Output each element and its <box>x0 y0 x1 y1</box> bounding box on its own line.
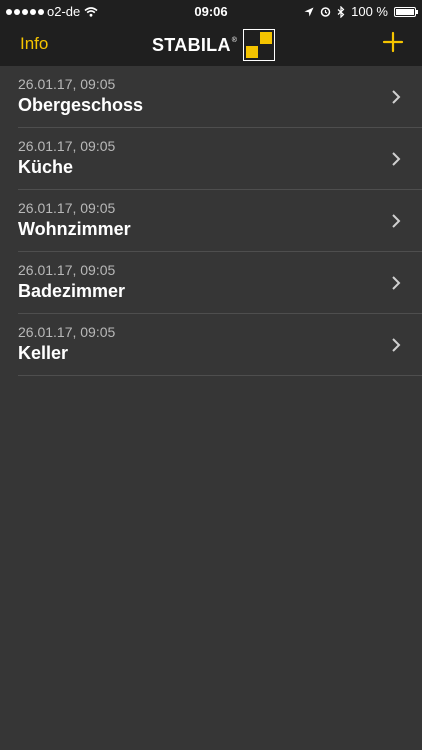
item-date: 26.01.17, 09:05 <box>18 262 116 278</box>
battery-percent: 100 % <box>351 4 388 19</box>
stabila-logo: STABILA ® <box>152 29 275 61</box>
item-date: 26.01.17, 09:05 <box>18 138 116 154</box>
bluetooth-icon <box>337 5 345 18</box>
info-button[interactable]: Info <box>20 34 48 54</box>
list-item[interactable]: 26.01.17, 09:05 Obergeschoss <box>18 66 422 128</box>
item-date: 26.01.17, 09:05 <box>18 324 116 340</box>
alarm-icon <box>320 7 331 17</box>
list-item[interactable]: 26.01.17, 09:05 Wohnzimmer <box>18 190 422 252</box>
list-item[interactable]: 26.01.17, 09:05 Küche <box>18 128 422 190</box>
item-title: Obergeschoss <box>18 95 144 115</box>
item-title: Keller <box>18 343 69 363</box>
status-right: 100 % <box>304 4 418 19</box>
chevron-right-icon <box>392 152 401 166</box>
item-title: Wohnzimmer <box>18 219 131 239</box>
list-item[interactable]: 26.01.17, 09:05 Keller <box>18 314 422 376</box>
item-date: 26.01.17, 09:05 <box>18 76 116 92</box>
item-title: Badezimmer <box>18 281 126 301</box>
measurement-list: 26.01.17, 09:05 Obergeschoss 26.01.17, 0… <box>0 66 422 376</box>
chevron-right-icon <box>392 276 401 290</box>
plus-icon[interactable] <box>382 31 404 53</box>
item-title: Küche <box>18 157 74 177</box>
location-icon <box>304 7 314 16</box>
status-bar: o2-de 09:06 100 % <box>0 0 422 24</box>
navigation-bar: Info STABILA ® <box>0 24 422 66</box>
logo-registered-mark: ® <box>231 36 237 44</box>
item-date: 26.01.17, 09:05 <box>18 200 116 216</box>
chevron-right-icon <box>392 214 401 228</box>
chevron-right-icon <box>392 338 401 352</box>
battery-icon <box>394 6 418 17</box>
list-item[interactable]: 26.01.17, 09:05 Badezimmer <box>18 252 422 314</box>
logo-icon <box>242 29 275 61</box>
logo-text: STABILA <box>152 34 231 55</box>
chevron-right-icon <box>392 90 401 104</box>
